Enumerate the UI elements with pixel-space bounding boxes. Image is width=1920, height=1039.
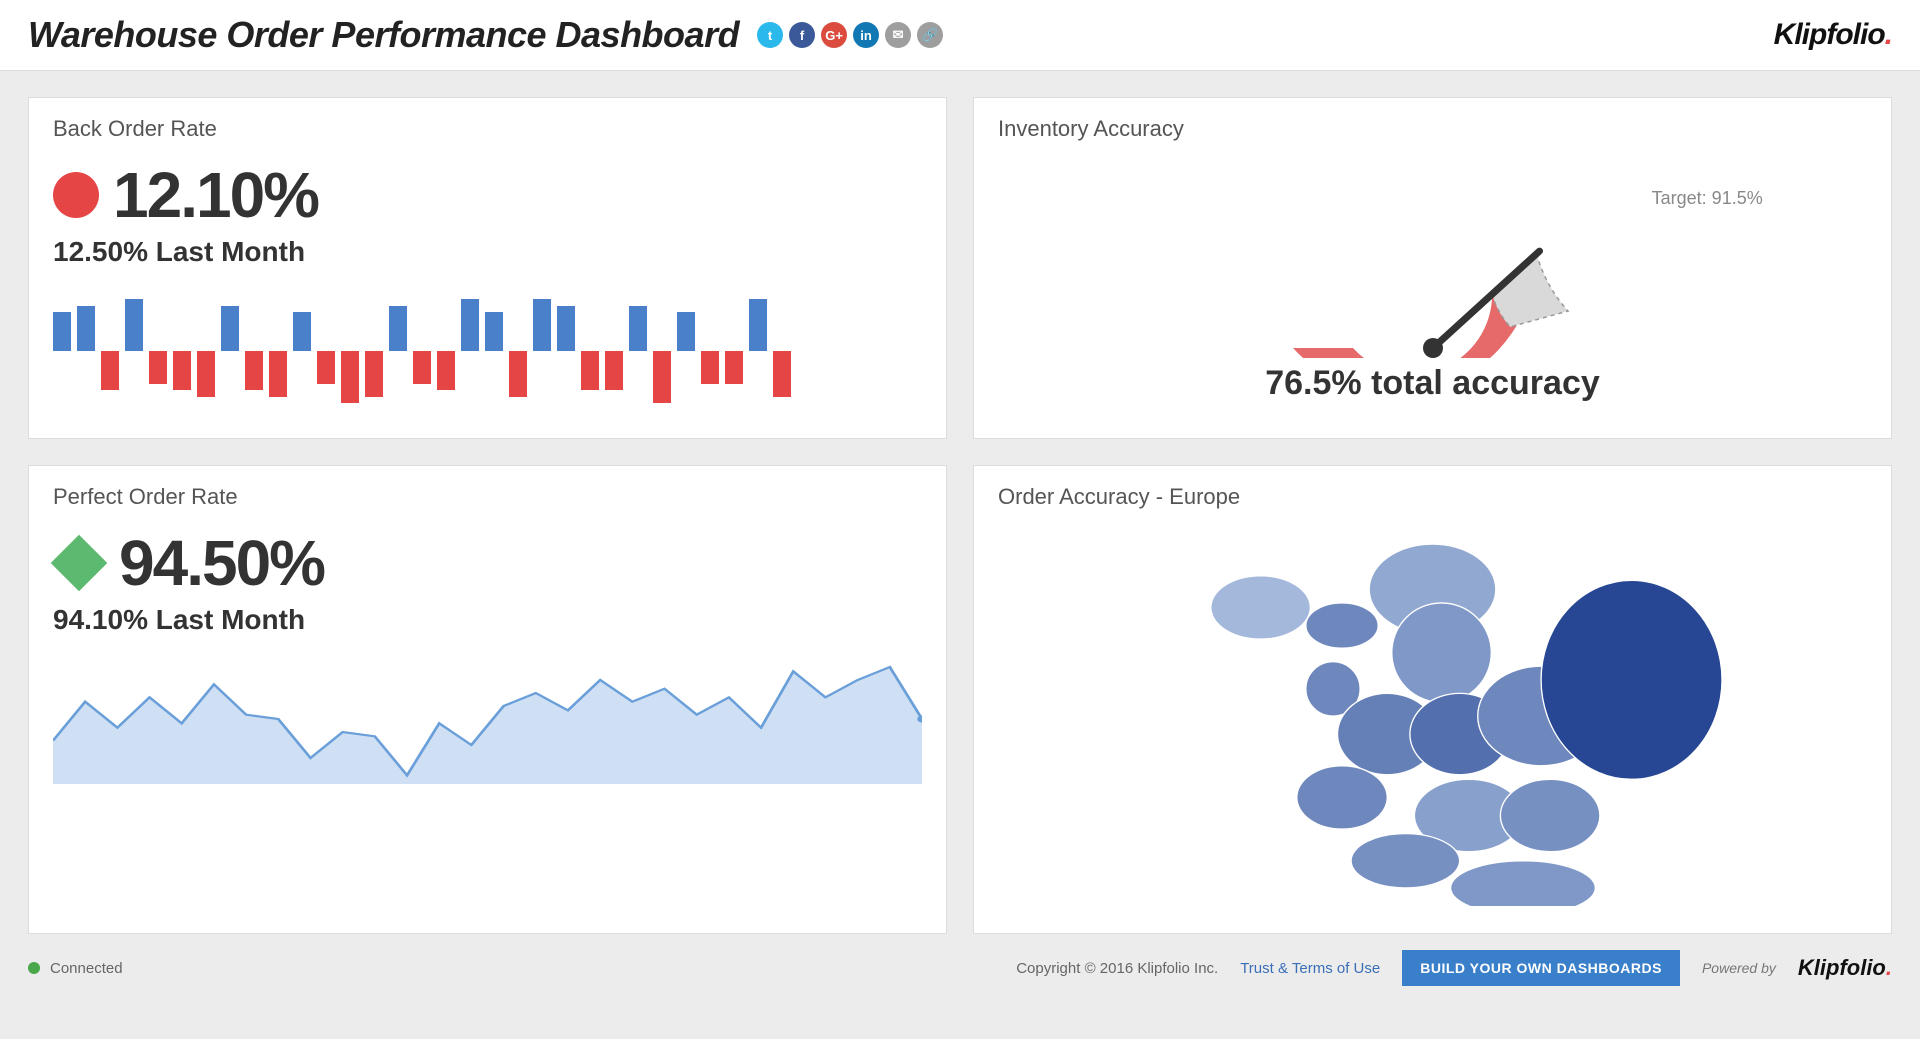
updown-bar xyxy=(557,286,575,416)
updown-bar xyxy=(509,286,527,416)
perfect-order-value: 94.50% xyxy=(119,526,324,600)
share-icons: tfG+in✉🔗 xyxy=(757,22,943,48)
connection-status-dot xyxy=(28,962,40,974)
updown-bar xyxy=(173,286,191,416)
footer-brand-logo: Klipfolio xyxy=(1798,955,1892,981)
perfect-order-sparkline xyxy=(53,654,922,784)
updown-bar xyxy=(413,286,431,416)
card-title: Back Order Rate xyxy=(53,116,922,142)
back-order-value: 12.10% xyxy=(113,158,318,232)
updown-bar xyxy=(461,286,479,416)
header-bar: Warehouse Order Performance Dashboard tf… xyxy=(0,0,1920,71)
card-inventory-accuracy: Inventory Accuracy Target: 91.5% 76.5% t… xyxy=(973,97,1892,439)
powered-by-label: Powered by xyxy=(1702,960,1776,976)
dashboard-grid: Back Order Rate 12.10% 12.50% Last Month… xyxy=(0,71,1920,934)
updown-bar xyxy=(485,286,503,416)
linkedin-icon[interactable]: in xyxy=(853,22,879,48)
updown-bar xyxy=(293,286,311,416)
back-order-previous: 12.50% Last Month xyxy=(53,236,922,268)
email-icon[interactable]: ✉ xyxy=(885,22,911,48)
updown-bar xyxy=(389,286,407,416)
card-order-accuracy-europe: Order Accuracy - Europe xyxy=(973,465,1892,934)
back-order-bar-chart xyxy=(53,286,922,416)
updown-bar xyxy=(197,286,215,416)
copyright-text: Copyright © 2016 Klipfolio Inc. xyxy=(1016,960,1218,977)
perfect-order-previous: 94.10% Last Month xyxy=(53,604,922,636)
updown-bar xyxy=(365,286,383,416)
twitter-icon[interactable]: t xyxy=(757,22,783,48)
updown-bar xyxy=(101,286,119,416)
gplus-icon[interactable]: G+ xyxy=(821,22,847,48)
europe-choropleth xyxy=(998,526,1867,906)
gauge-summary: 76.5% total accuracy xyxy=(1265,364,1600,403)
page-title: Warehouse Order Performance Dashboard xyxy=(28,14,739,56)
updown-bar xyxy=(629,286,647,416)
inventory-gauge xyxy=(1223,158,1643,358)
card-back-order: Back Order Rate 12.10% 12.50% Last Month xyxy=(28,97,947,439)
updown-bar xyxy=(221,286,239,416)
updown-bar xyxy=(533,286,551,416)
updown-bar xyxy=(77,286,95,416)
card-title: Order Accuracy - Europe xyxy=(998,484,1867,510)
updown-bar xyxy=(437,286,455,416)
build-dashboard-button[interactable]: BUILD YOUR OWN DASHBOARDS xyxy=(1402,950,1680,986)
brand-logo: Klipfolio xyxy=(1774,18,1892,52)
updown-bar xyxy=(269,286,287,416)
updown-bar xyxy=(653,286,671,416)
updown-bar xyxy=(245,286,263,416)
facebook-icon[interactable]: f xyxy=(789,22,815,48)
terms-link[interactable]: Trust & Terms of Use xyxy=(1240,960,1380,977)
updown-bar xyxy=(605,286,623,416)
card-title: Inventory Accuracy xyxy=(998,116,1867,142)
updown-bar xyxy=(749,286,767,416)
updown-bar xyxy=(773,286,791,416)
updown-bar xyxy=(149,286,167,416)
updown-bar xyxy=(341,286,359,416)
gauge-target-label: Target: 91.5% xyxy=(1652,188,1763,209)
status-indicator-diamond xyxy=(51,535,108,592)
updown-bar xyxy=(677,286,695,416)
updown-bar xyxy=(53,286,71,416)
updown-bar xyxy=(581,286,599,416)
updown-bar xyxy=(725,286,743,416)
footer-bar: Connected Copyright © 2016 Klipfolio Inc… xyxy=(0,934,1920,1008)
status-indicator-circle xyxy=(53,172,99,218)
card-title: Perfect Order Rate xyxy=(53,484,922,510)
updown-bar xyxy=(317,286,335,416)
connection-status-text: Connected xyxy=(50,960,123,977)
link-icon[interactable]: 🔗 xyxy=(917,22,943,48)
card-perfect-order: Perfect Order Rate 94.50% 94.10% Last Mo… xyxy=(28,465,947,934)
updown-bar xyxy=(125,286,143,416)
updown-bar xyxy=(701,286,719,416)
